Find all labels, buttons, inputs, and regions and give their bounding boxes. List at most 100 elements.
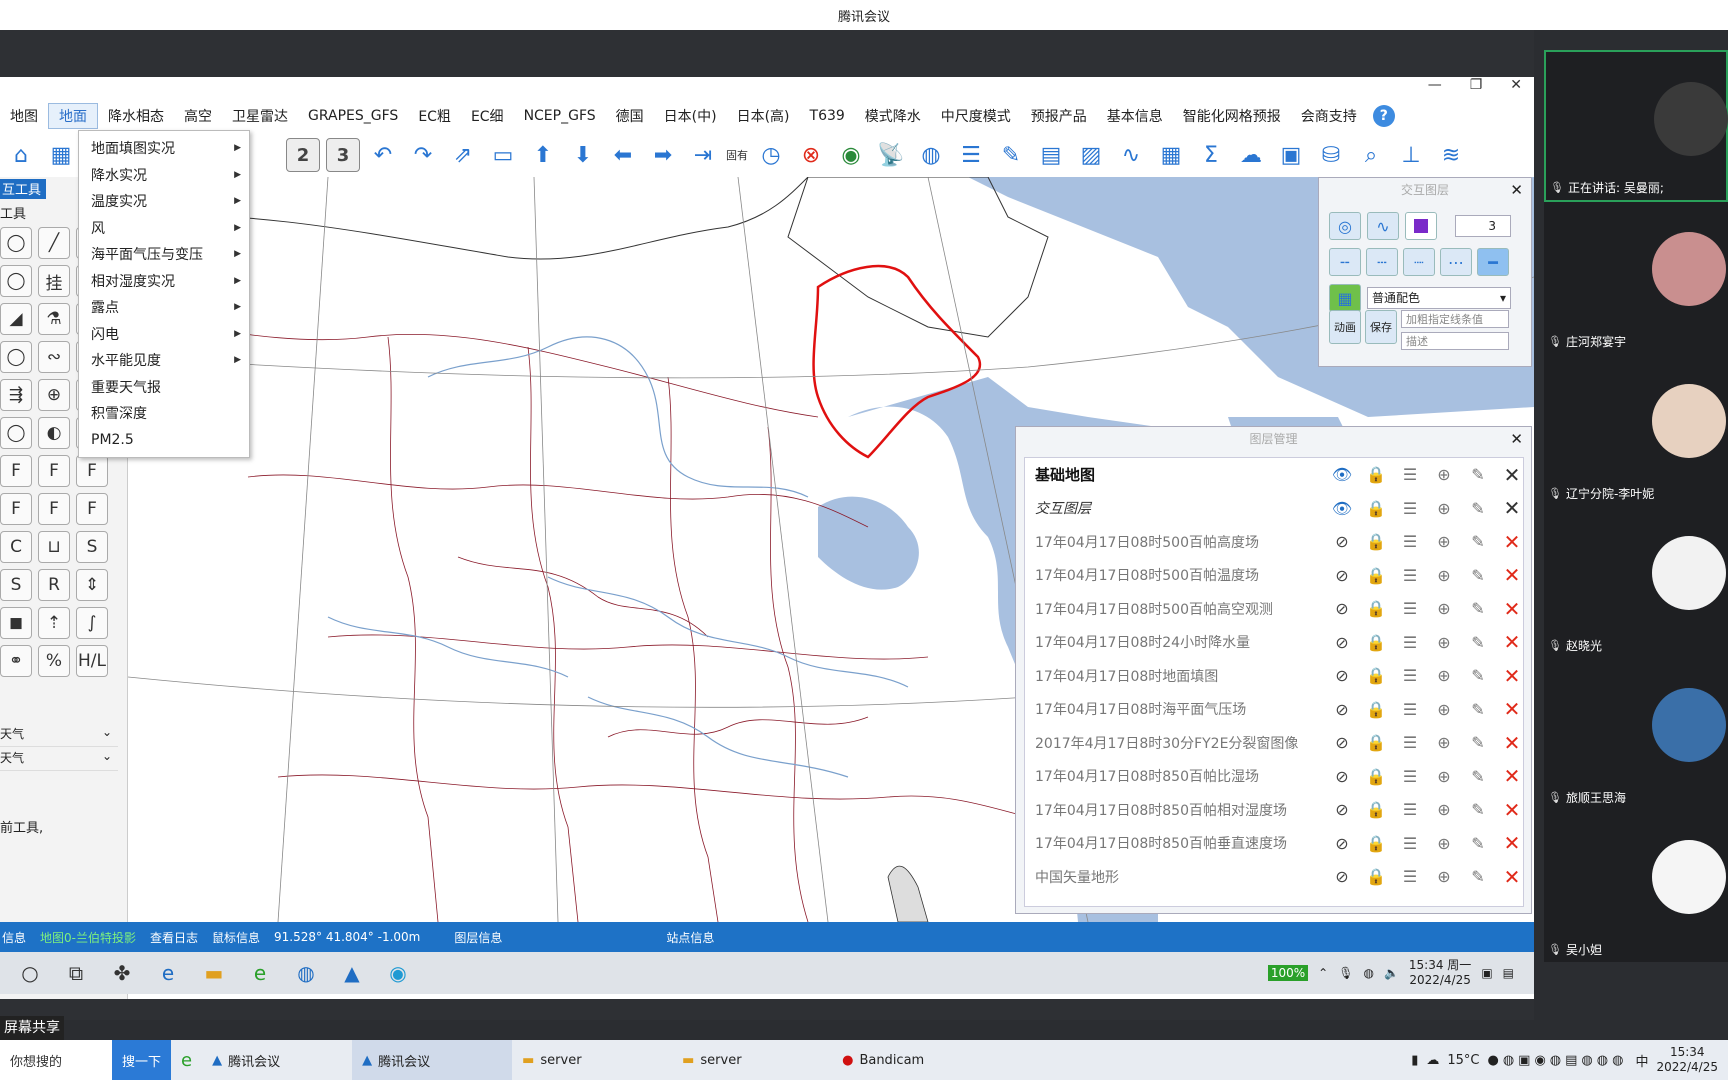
export-icon[interactable]: ⇗ [446,138,480,172]
layer-row[interactable]: 17年04月17日08时24小时降水量 ⊘ 🔒 ☰ ⊕ ✎ ✕ [1025,626,1523,660]
host-clock[interactable]: 15:34 2022/4/25 [1656,1045,1718,1075]
delete-layer-icon[interactable]: ✕ [1501,731,1523,755]
layer-target-icon[interactable]: ⊕ [1433,464,1455,486]
close-button[interactable]: ✕ [1510,77,1522,97]
layer-row[interactable]: 17年04月17日08时850百帕垂直速度场 ⊘ 🔒 ☰ ⊕ ✎ ✕ [1025,827,1523,861]
menu-ec-fine[interactable]: EC细 [461,103,514,129]
participant-tile[interactable]: 🎙 正在讲话: 吴曼丽; [1544,50,1728,202]
eye-off-icon[interactable]: ⊘ [1331,765,1353,787]
draw-tool-34-icon[interactable]: % [38,645,70,677]
bold-line-value-input[interactable]: 加粗指定线条值 [1401,310,1509,328]
dropdown-item[interactable]: PM2.5 [79,427,249,454]
layer-target-icon[interactable]: ⊕ [1433,665,1455,687]
dropdown-item[interactable]: 地面填图实况 ▶ [79,135,249,162]
layer-order-icon[interactable]: ☰ [1399,765,1421,787]
menu-japan-mid[interactable]: 日本(中) [654,103,727,129]
layer-target-icon[interactable]: ⊕ [1433,732,1455,754]
menu-t639[interactable]: T639 [800,103,855,129]
eye-icon[interactable]: 👁 [1331,464,1353,486]
menu-smart-grid[interactable]: 智能化网格预报 [1173,103,1291,129]
draw-tool-13-icon[interactable]: ⊕ [38,379,70,411]
dropdown-item[interactable]: 温度实况 ▶ [79,188,249,215]
lock-icon[interactable]: 🔒 [1365,732,1387,754]
dropdown-item[interactable]: 降水实况 ▶ [79,162,249,189]
antenna-icon[interactable]: 📡 [874,138,908,172]
layer-order-icon[interactable]: ☰ [1399,732,1421,754]
chart-icon[interactable]: ▨ [1074,138,1108,172]
weather-app-icon[interactable]: ◉ [382,957,414,989]
menu-map[interactable]: 地图 [0,103,48,129]
guest-clock[interactable]: 15:34 周一 2022/4/25 [1409,958,1471,988]
contour-icon[interactable]: ◎ [1329,212,1361,240]
layout-icon[interactable]: ▦ [44,138,78,172]
lock-icon[interactable]: 🔒 [1365,832,1387,854]
delete-layer-icon[interactable]: ✕ [1501,764,1523,788]
undo-icon[interactable]: ↶ [366,138,400,172]
layer-order-icon[interactable]: ☰ [1399,598,1421,620]
dash-style-3-icon[interactable]: ┈ [1403,248,1435,276]
lock-icon[interactable]: 🔒 [1365,765,1387,787]
participant-tile[interactable]: 🎙 旅顺王思海 [1544,658,1728,810]
draw-tool-32-icon[interactable]: ∫ [76,607,108,639]
battery-icon[interactable]: ▮ [1411,1053,1418,1068]
action-center-icon[interactable]: ▤ [1503,966,1514,980]
clock-icon[interactable]: ◷ [754,138,788,172]
eye-off-icon[interactable]: ⊘ [1331,832,1353,854]
stop-icon[interactable]: ⊗ [794,138,828,172]
draw-tool-9-icon[interactable]: ◯ [0,341,32,373]
dash-style-4-icon[interactable]: ⋯ [1440,248,1472,276]
arrow-right-icon[interactable]: ➡ [646,138,680,172]
arrow-left-icon[interactable]: ⬅ [606,138,640,172]
edit-icon[interactable]: ✎ [1467,497,1489,519]
home-icon[interactable]: ⌂ [4,138,38,172]
task-view-icon[interactable]: ⧉ [60,957,92,989]
layer-order-icon[interactable]: ☰ [1399,564,1421,586]
mic-icon[interactable]: 🎙 [1338,966,1353,980]
dash-style-1-icon[interactable]: ╌ [1329,248,1361,276]
dropdown-item[interactable]: 重要天气报 [79,374,249,401]
draw-tool-1-icon[interactable]: ╱ [38,227,70,259]
lock-icon[interactable]: 🔒 [1365,698,1387,720]
layer-order-icon[interactable]: ☰ [1399,531,1421,553]
layer-order-icon[interactable]: ☰ [1399,698,1421,720]
edge-icon[interactable]: ◍ [290,957,322,989]
delete-layer-icon[interactable]: ✕ [1501,463,1523,487]
view-log-link[interactable]: 查看日志 [150,929,198,946]
edit-icon[interactable]: ✎ [1467,866,1489,888]
delete-layer-icon[interactable]: ✕ [1501,798,1523,822]
edit-icon[interactable]: ✎ [1467,799,1489,821]
menu-forecast-products[interactable]: 预报产品 [1021,103,1097,129]
layer-order-icon[interactable]: ☰ [1399,665,1421,687]
delete-layer-icon[interactable]: ✕ [1501,664,1523,688]
eye-off-icon[interactable]: ⊘ [1331,631,1353,653]
eye-off-icon[interactable]: ⊘ [1331,598,1353,620]
tools-tab[interactable]: 互工具 [0,179,46,199]
pinwheel-icon[interactable]: ✤ [106,957,138,989]
menu-upper-air[interactable]: 高空 [174,103,222,129]
layer-target-icon[interactable]: ⊕ [1433,497,1455,519]
folder-icon[interactable]: ▬ [198,957,230,989]
delete-layer-icon[interactable]: ✕ [1501,563,1523,587]
layer-target-icon[interactable]: ⊕ [1433,866,1455,888]
draw-tool-35-icon[interactable]: H/L [76,645,108,677]
dropdown-item[interactable]: 风 ▶ [79,215,249,242]
freehand-icon[interactable]: ∿ [1367,212,1399,240]
color-scheme-icon[interactable]: ▦ [1329,284,1361,312]
save-button[interactable]: 保存 [1365,310,1397,344]
edit-icon[interactable]: ✎ [1467,631,1489,653]
color-scheme-select[interactable]: 普通配色 ▾ [1367,287,1511,309]
solid-style-icon[interactable]: ━ [1477,248,1509,276]
close-icon[interactable]: ✕ [1510,178,1523,202]
eye-off-icon[interactable]: ⊘ [1331,732,1353,754]
delete-layer-icon[interactable]: ✕ [1501,597,1523,621]
layer-order-icon[interactable]: ☰ [1399,866,1421,888]
eye-off-icon[interactable]: ⊘ [1331,866,1353,888]
layers-icon[interactable]: ☰ [954,138,988,172]
lock-icon[interactable]: 🔒 [1365,497,1387,519]
draw-tool-4-icon[interactable]: 挂 [38,265,70,297]
menu-basic-info[interactable]: 基本信息 [1097,103,1173,129]
eye-icon[interactable]: 👁 [1331,497,1353,519]
layer-target-icon[interactable]: ⊕ [1433,631,1455,653]
menu-precip-phase[interactable]: 降水相态 [98,103,174,129]
calc-icon[interactable]: ▦ [1154,138,1188,172]
